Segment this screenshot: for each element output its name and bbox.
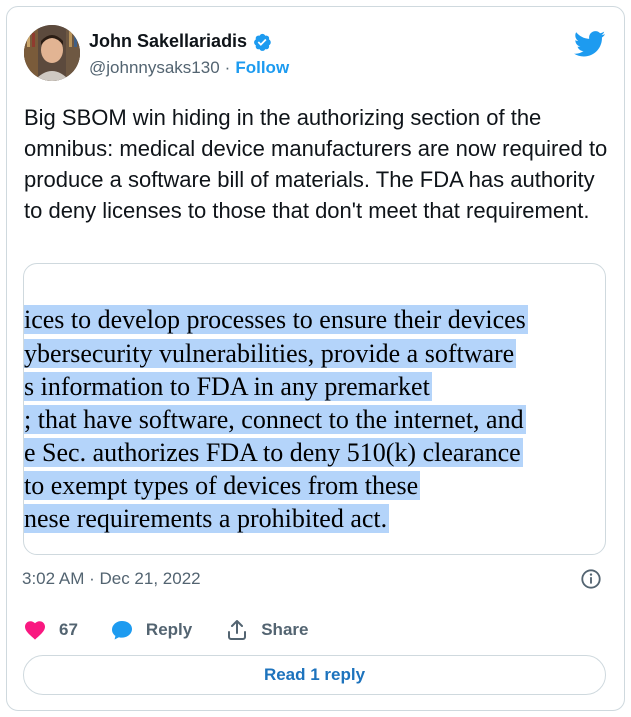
share-icon [228, 620, 247, 640]
author-handle[interactable]: @johnnysaks130 [89, 58, 220, 78]
like-button[interactable]: 67 [23, 618, 110, 642]
document-line: ybersecurity vulnerabilities, provide a … [24, 339, 517, 368]
reply-icon [111, 621, 132, 640]
verified-badge-icon [254, 33, 271, 51]
avatar-photo [24, 25, 80, 81]
avatar[interactable] [24, 25, 80, 81]
document-line: s information to FDA in any premarket [24, 372, 432, 401]
read-replies-button[interactable]: Read 1 reply [23, 655, 606, 695]
author-name-row: John Sakellariadis [89, 31, 272, 52]
reply-label: Reply [145, 620, 193, 639]
document-line: nese requirements a prohibited act. [24, 504, 390, 533]
document-line: ices to develop processes to ensure thei… [24, 305, 528, 334]
like-count: 67 [59, 620, 78, 639]
author-name[interactable]: John Sakellariadis [89, 31, 247, 52]
action-bar: 67 Reply Share [23, 615, 308, 645]
document-line: ; that have software, connect to the int… [24, 405, 526, 434]
media-image[interactable]: ices to develop processes to ensure thei… [23, 263, 606, 555]
author-handle-row: @johnnysaks130 · Follow [89, 58, 289, 78]
heart-icon [25, 621, 45, 640]
tweet-timestamp[interactable]: 3:02 AM · Dec 21, 2022 [22, 569, 201, 589]
tweet-card: John Sakellariadis @johnnysaks130 · Foll… [6, 6, 625, 711]
follow-link[interactable]: Follow [235, 58, 289, 78]
document-line: e Sec. authorizes FDA to deny 510(k) cle… [24, 438, 523, 467]
share-button[interactable]: Share [225, 618, 308, 642]
share-label: Share [261, 620, 309, 639]
reply-button[interactable]: Reply [110, 618, 225, 642]
document-line: to exempt types of devices from these [24, 471, 421, 500]
info-icon[interactable] [580, 568, 602, 590]
separator-dot: · [224, 58, 231, 77]
tweet-text: Big SBOM win hiding in the authorizing s… [24, 105, 608, 223]
twitter-bird-icon[interactable] [574, 31, 606, 57]
